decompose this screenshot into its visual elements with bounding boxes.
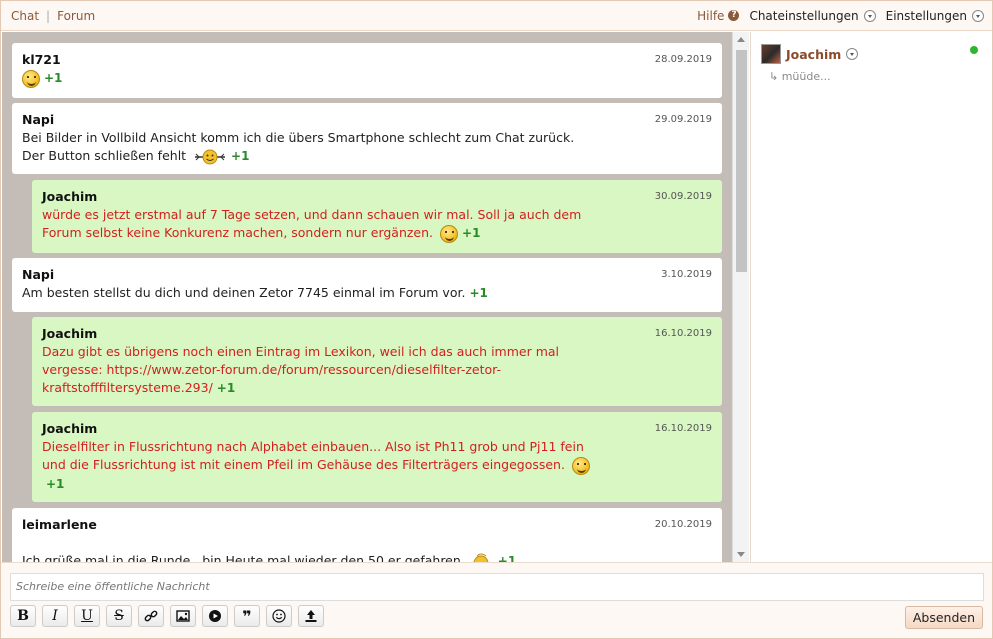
message: Joachim 30.09.2019 würde es jetzt erstma… <box>32 180 722 253</box>
smiley-face-icon <box>440 224 459 243</box>
message: Joachim 16.10.2019 Dieselfilter in Fluss… <box>32 412 722 502</box>
message-author[interactable]: Joachim <box>42 421 97 436</box>
underline-icon[interactable]: U <box>74 605 100 627</box>
feed-scrollbar[interactable] <box>732 32 749 562</box>
message-feed: kl721 28.09.2019 +1 Napi 29.09.2019 Bei … <box>2 32 732 562</box>
message: kl721 28.09.2019 +1 <box>12 43 722 98</box>
like-button[interactable]: +1 <box>231 149 249 163</box>
message-text: Am besten stellst du dich und deinen Zet… <box>22 285 466 300</box>
message-input[interactable]: Schreibe eine öffentliche Nachricht <box>10 573 984 601</box>
user-sidebar: Joachim ↳ müüde... <box>750 32 992 562</box>
message-date: 29.09.2019 <box>654 114 712 125</box>
message-date: 20.10.2019 <box>654 519 712 530</box>
crumb-separator: | <box>46 8 51 23</box>
message-author[interactable]: leimarlene <box>22 517 97 532</box>
message-body: Dazu gibt es übrigens noch einen Eintrag… <box>42 343 602 397</box>
crumb-forum-link[interactable]: Forum <box>57 9 95 23</box>
message-date: 16.10.2019 <box>654 423 712 434</box>
message-body: Am besten stellst du dich und deinen Zet… <box>22 284 702 302</box>
message-body: Dieselfilter in Flussrichtung nach Alpha… <box>42 438 602 493</box>
like-button[interactable]: +1 <box>217 381 235 395</box>
crumb-chat-link[interactable]: Chat <box>11 9 39 23</box>
top-bar: Chat | Forum Hilfe ? Chateinstellungen E… <box>1 1 992 31</box>
message-author[interactable]: Joachim <box>42 326 97 341</box>
media-icon[interactable] <box>202 605 228 627</box>
waving-smiley-icon <box>193 148 227 166</box>
help-link[interactable]: Hilfe ? <box>697 8 740 23</box>
user-status: ↳ müüde... <box>769 70 831 83</box>
chevron-down-icon <box>972 9 984 22</box>
send-button[interactable]: Absenden <box>904 606 983 629</box>
settings-label: Einstellungen <box>885 8 967 23</box>
message-body: Ich grüße mal in die Runde , bin Heute m… <box>22 552 702 562</box>
message-date: 30.09.2019 <box>654 191 712 202</box>
smiley-face-icon <box>571 456 590 475</box>
message-author[interactable]: Napi <box>22 267 54 282</box>
message: Joachim 16.10.2019 Dazu gibt es übrigens… <box>32 317 722 406</box>
message-body: +1 <box>22 69 582 88</box>
formatting-toolbar: B I U S ❞ <box>10 605 330 627</box>
online-indicator-icon <box>970 46 978 54</box>
chat-window: Chat | Forum Hilfe ? Chateinstellungen E… <box>0 0 993 639</box>
top-menu: Hilfe ? Chateinstellungen Einstellungen <box>687 9 984 23</box>
user-name[interactable]: Joachim <box>786 47 841 62</box>
breadcrumb: Chat | Forum <box>11 9 95 23</box>
like-button[interactable]: +1 <box>44 71 62 85</box>
message-body: Bei Bilder in Vollbild Ansicht komm ich … <box>22 129 702 166</box>
message-text: Bei Bilder in Vollbild Ansicht komm ich … <box>22 130 575 145</box>
avatar <box>761 44 781 64</box>
message: Napi 29.09.2019 Bei Bilder in Vollbild A… <box>12 103 722 174</box>
message-author[interactable]: Napi <box>22 112 54 127</box>
like-button[interactable]: +1 <box>469 286 487 300</box>
smiley-face-icon <box>22 69 40 88</box>
message-author[interactable]: kl721 <box>22 52 61 67</box>
question-icon: ? <box>728 10 740 21</box>
help-label: Hilfe <box>697 8 725 23</box>
chat-settings-menu[interactable]: Chateinstellungen <box>749 8 876 23</box>
quote-icon[interactable]: ❞ <box>234 605 260 627</box>
chat-settings-label: Chateinstellungen <box>749 8 859 23</box>
emoji-icon[interactable] <box>266 605 292 627</box>
like-button[interactable]: +1 <box>462 226 480 240</box>
message-date: 16.10.2019 <box>654 328 712 339</box>
composer: Schreibe eine öffentliche Nachricht B I … <box>1 562 992 638</box>
chevron-down-icon[interactable] <box>846 48 859 60</box>
user-entry[interactable]: Joachim <box>761 44 859 64</box>
message-date: 28.09.2019 <box>654 54 712 65</box>
message-date: 3.10.2019 <box>661 269 712 280</box>
message-author[interactable]: Joachim <box>42 189 97 204</box>
message: Napi 3.10.2019 Am besten stellst du dich… <box>12 258 722 312</box>
message-text: Ich grüße mal in die Runde , bin Heute m… <box>22 553 461 562</box>
image-icon[interactable] <box>170 605 196 627</box>
message: leimarlene 20.10.2019 Ich grüße mal in d… <box>12 508 722 562</box>
strikethrough-icon[interactable]: S <box>106 605 132 627</box>
message-text: Dieselfilter in Flussrichtung nach Alpha… <box>42 439 584 472</box>
scrollbar-thumb[interactable] <box>736 50 747 272</box>
settings-menu[interactable]: Einstellungen <box>886 9 984 23</box>
scroll-up-arrow-icon[interactable] <box>737 37 745 42</box>
message-text: würde es jetzt erstmal auf 7 Tage setzen… <box>42 207 582 240</box>
link-icon[interactable] <box>138 605 164 627</box>
scroll-down-arrow-icon[interactable] <box>737 552 745 557</box>
message-text: Dazu gibt es übrigens noch einen Eintrag… <box>42 344 560 395</box>
like-button[interactable]: +1 <box>46 477 64 491</box>
message-body: würde es jetzt erstmal auf 7 Tage setzen… <box>42 206 602 243</box>
chevron-down-icon <box>863 9 876 22</box>
waving-smiley-icon <box>468 553 494 562</box>
bold-icon[interactable]: B <box>10 605 36 627</box>
like-button[interactable]: +1 <box>498 554 516 562</box>
message-text: Der Button schließen fehlt <box>22 148 187 163</box>
upload-icon[interactable] <box>298 605 324 627</box>
italic-icon[interactable]: I <box>42 605 68 627</box>
